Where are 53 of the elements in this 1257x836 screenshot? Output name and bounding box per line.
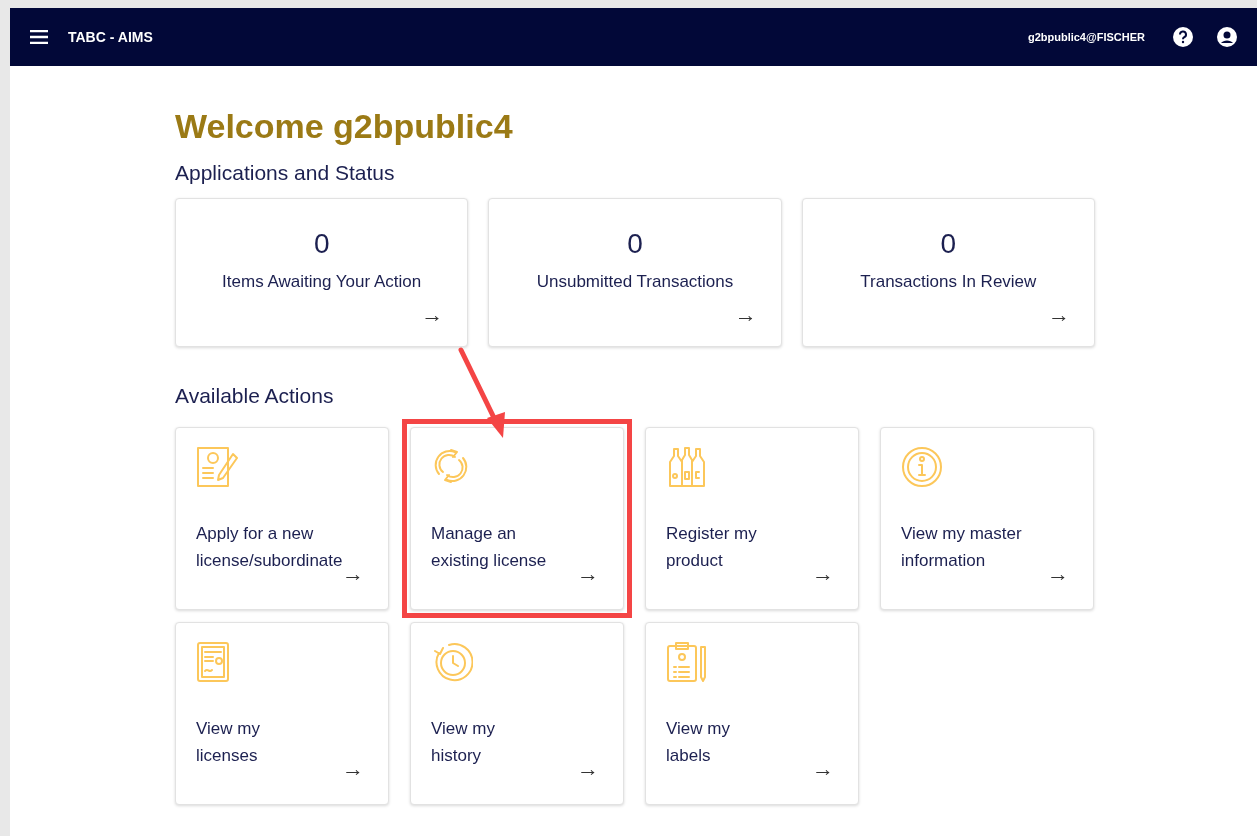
status-count: 0 [940,227,957,261]
status-label: Transactions In Review [860,271,1037,293]
form-pencil-icon [196,446,238,488]
menu-icon[interactable] [30,30,48,44]
action-label: View my [666,718,730,740]
welcome-heading: Welcome g2bpublic4 [175,106,514,147]
user-name[interactable]: g2bpublic4@FISCHER [1027,28,1145,46]
action-label: Manage an [431,523,517,545]
arrow-icon: → [342,563,364,585]
app-title[interactable]: TABC - AIMS [68,26,153,48]
status-card[interactable]: 0 Transactions In Review → [801,198,1095,347]
action-label: labels [666,745,711,767]
action-label: product [666,550,723,572]
action-label: history [431,745,482,767]
action-card[interactable]: Manage an existing license → [410,427,624,610]
arrow-icon: → [734,304,757,326]
help-icon[interactable] [1173,27,1193,47]
action-label: Apply for a new [196,523,314,545]
section-heading: Available Actions [175,383,335,409]
info-icon [901,446,943,488]
action-label: existing license [431,550,547,572]
status-count: 0 [627,227,643,261]
arrow-icon: → [812,563,834,585]
status-card[interactable]: 0 Unsubmitted Transactions → [488,198,782,347]
action-card[interactable]: View my history → [410,622,624,805]
action-card[interactable]: View my master information → [880,427,1094,610]
action-label: View my [196,718,260,740]
action-label: View my master [901,523,1022,545]
arrow-icon: → [421,304,444,326]
action-card[interactable]: View my licenses → [175,622,389,805]
action-card[interactable]: Register my product → [645,427,859,610]
status-label: Items Awaiting Your Action [222,271,422,293]
action-label: View my [431,718,495,740]
action-card[interactable]: View my labels → [645,622,859,805]
section-heading: Applications and Status [175,160,396,186]
status-card[interactable]: 0 Items Awaiting Your Action → [175,198,469,347]
arrow-icon: → [577,563,599,585]
status-count: 0 [313,227,330,261]
action-label: Register my [666,523,757,545]
arrow-icon: → [1048,304,1070,326]
arrow-icon: → [1047,563,1069,585]
certificate-icon [196,641,230,683]
arrow-icon: → [342,758,364,780]
bottles-icon [666,446,708,488]
status-label: Unsubmitted Transactions [536,271,734,293]
action-label: license/subordinate [196,550,343,572]
user-account-icon[interactable] [1217,27,1237,47]
arrow-icon: → [577,758,599,780]
clock-icon [431,641,473,683]
clipboard-pen-icon [666,641,708,683]
action-label: licenses [196,745,258,767]
arrow-icon: → [812,758,834,780]
action-label: information [901,550,986,572]
